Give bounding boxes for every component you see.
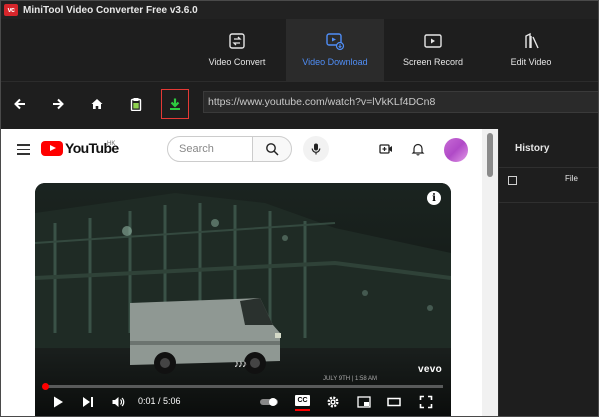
volume-button[interactable] xyxy=(109,393,127,411)
download-button[interactable] xyxy=(161,89,189,119)
youtube-play-logo-icon xyxy=(41,140,63,156)
clipboard-icon xyxy=(130,98,142,111)
tab-video-convert[interactable]: Video Convert xyxy=(188,19,286,81)
embedded-browser: YouTube HK Search i ♪♪♪ JULY 9TH | 1:58 … xyxy=(1,129,498,416)
tab-label: Video Convert xyxy=(208,57,266,67)
tab-label: Video Download xyxy=(302,57,368,67)
browser-scrollbar[interactable] xyxy=(482,129,498,416)
history-title: History xyxy=(515,143,550,154)
current-time: 0:01 xyxy=(138,396,156,406)
url-address-bar[interactable]: https://www.youtube.com/watch?v=lVkKLf4D… xyxy=(203,91,598,113)
theater-mode-icon xyxy=(387,397,401,407)
tab-label: Screen Record xyxy=(402,57,464,67)
tab-label: Edit Video xyxy=(510,57,552,67)
clipboard-button[interactable] xyxy=(124,92,148,116)
home-button[interactable] xyxy=(85,92,109,116)
settings-button[interactable] xyxy=(324,393,342,411)
music-note-overlay: ♪♪♪ xyxy=(234,359,247,370)
menu-icon[interactable] xyxy=(17,144,30,155)
video-frame xyxy=(35,183,451,416)
miniplayer-button[interactable] xyxy=(355,393,373,411)
search-icon xyxy=(266,143,279,156)
progress-bar[interactable] xyxy=(42,383,443,390)
history-header-row: File xyxy=(499,167,598,203)
screen-record-icon xyxy=(424,34,442,48)
avatar[interactable] xyxy=(444,138,468,162)
fullscreen-button[interactable] xyxy=(417,393,435,411)
select-all-checkbox[interactable] xyxy=(508,176,517,185)
forward-button[interactable] xyxy=(46,92,70,116)
skip-next-icon xyxy=(83,397,93,407)
subtitles-active-indicator xyxy=(295,409,310,411)
tab-video-download[interactable]: Video Download xyxy=(286,19,384,81)
title-bar: vc MiniTool Video Converter Free v3.6.0 xyxy=(1,1,598,19)
region-code: HK xyxy=(107,141,116,147)
app-logo: vc xyxy=(4,4,18,16)
window-title: MiniTool Video Converter Free v3.6.0 xyxy=(23,4,198,16)
video-convert-icon xyxy=(229,33,245,49)
search-button[interactable] xyxy=(252,136,292,162)
vevo-logo: vevo xyxy=(418,364,442,375)
autoplay-toggle-icon xyxy=(260,398,278,406)
fullscreen-icon xyxy=(419,395,433,409)
time-display: 0:01 / 5:06 xyxy=(138,396,181,406)
youtube-header: YouTube HK Search xyxy=(1,129,482,171)
create-video-icon xyxy=(379,144,392,154)
play-button[interactable] xyxy=(49,393,67,411)
home-icon xyxy=(91,99,103,109)
play-icon xyxy=(54,396,63,408)
scrollbar-thumb[interactable] xyxy=(487,133,493,177)
microphone-icon xyxy=(311,143,321,155)
voice-search-button[interactable] xyxy=(303,136,329,162)
bell-icon xyxy=(411,143,425,156)
download-icon xyxy=(170,98,180,110)
autoplay-toggle[interactable] xyxy=(257,393,281,411)
create-button[interactable] xyxy=(377,140,395,158)
video-watermark-text: JULY 9TH | 1:58 AM xyxy=(323,376,378,382)
back-arrow-icon xyxy=(14,98,25,110)
theater-mode-button[interactable] xyxy=(385,393,403,411)
tab-screen-record[interactable]: Screen Record xyxy=(384,19,482,81)
volume-icon xyxy=(112,397,125,407)
notifications-button[interactable] xyxy=(409,140,427,158)
video-player[interactable]: i ♪♪♪ JULY 9TH | 1:58 AM vevo 0:01 / 5:0… xyxy=(35,183,451,416)
miniplayer-icon xyxy=(357,396,371,408)
duration: 5:06 xyxy=(163,396,181,406)
app-window: vc MiniTool Video Converter Free v3.6.0 … xyxy=(0,0,599,417)
edit-video-icon xyxy=(525,32,539,49)
next-button[interactable] xyxy=(79,393,97,411)
video-download-icon xyxy=(326,33,345,51)
search-input[interactable]: Search xyxy=(167,136,253,162)
video-info-button[interactable]: i xyxy=(427,191,441,205)
gear-icon xyxy=(327,396,339,408)
history-column-file: File xyxy=(565,174,578,183)
tab-edit-video[interactable]: Edit Video xyxy=(482,19,580,81)
subtitles-button[interactable]: CC xyxy=(295,395,310,406)
history-panel: History File xyxy=(498,129,598,416)
forward-arrow-icon xyxy=(53,98,64,110)
back-button[interactable] xyxy=(8,92,32,116)
main-tab-bar: Video Convert Video Download Screen Reco… xyxy=(1,19,598,81)
progress-scrubber[interactable] xyxy=(42,383,49,390)
